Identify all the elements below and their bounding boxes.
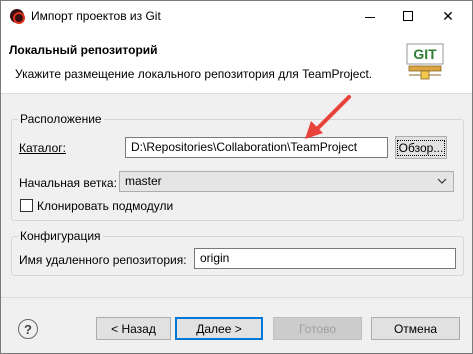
location-legend: Расположение bbox=[18, 112, 104, 126]
cancel-button[interactable]: Отмена bbox=[371, 317, 460, 340]
back-button-label: < Назад bbox=[111, 321, 156, 336]
directory-label: Каталог: bbox=[19, 141, 66, 155]
next-button[interactable]: Далее > bbox=[175, 317, 263, 340]
title-bar: Импорт проектов из Git ✕ bbox=[1, 1, 472, 31]
eclipse-app-icon bbox=[10, 9, 25, 24]
page-description: Укажите размещение локального репозитори… bbox=[15, 67, 373, 81]
chevron-down-icon bbox=[437, 178, 447, 184]
close-icon: ✕ bbox=[442, 7, 454, 24]
branch-select[interactable]: master bbox=[119, 171, 454, 192]
remote-name-label: Имя удаленного репозитория: bbox=[19, 253, 187, 267]
maximize-button[interactable] bbox=[391, 1, 425, 31]
minimize-button[interactable] bbox=[353, 1, 387, 31]
clone-submodules-checkbox[interactable] bbox=[20, 199, 33, 212]
import-dialog: Импорт проектов из Git ✕ Локальный репоз… bbox=[0, 0, 473, 354]
remote-name-input[interactable]: origin bbox=[194, 248, 456, 269]
maximize-icon bbox=[403, 11, 413, 21]
finish-button-label: Готово bbox=[298, 321, 337, 336]
browse-button[interactable]: Обзор... bbox=[395, 136, 447, 159]
git-logo-text: GIT bbox=[413, 46, 437, 62]
back-button[interactable]: < Назад bbox=[96, 317, 171, 340]
browse-button-label: Обзор... bbox=[396, 139, 446, 156]
git-repository-icon: GIT bbox=[406, 43, 444, 80]
page-title: Локальный репозиторий bbox=[9, 43, 158, 57]
cancel-button-label: Отмена bbox=[393, 321, 438, 336]
next-button-label: Далее > bbox=[196, 321, 242, 336]
finish-button: Готово bbox=[273, 317, 362, 340]
window-title: Импорт проектов из Git bbox=[31, 9, 161, 23]
branch-select-value: master bbox=[125, 174, 162, 188]
help-icon[interactable]: ? bbox=[18, 319, 38, 339]
annotation-arrow-icon bbox=[305, 95, 351, 139]
directory-label-text: Каталог: bbox=[19, 141, 66, 155]
wizard-banner: Локальный репозиторий Укажите размещение… bbox=[1, 31, 472, 94]
footer-separator bbox=[1, 297, 472, 298]
branch-label: Начальная ветка: bbox=[19, 176, 117, 190]
minimize-icon bbox=[365, 16, 375, 18]
configuration-legend: Конфигурация bbox=[18, 229, 103, 243]
close-button[interactable]: ✕ bbox=[431, 1, 465, 31]
clone-submodules-label: Клонировать подмодули bbox=[37, 199, 174, 213]
